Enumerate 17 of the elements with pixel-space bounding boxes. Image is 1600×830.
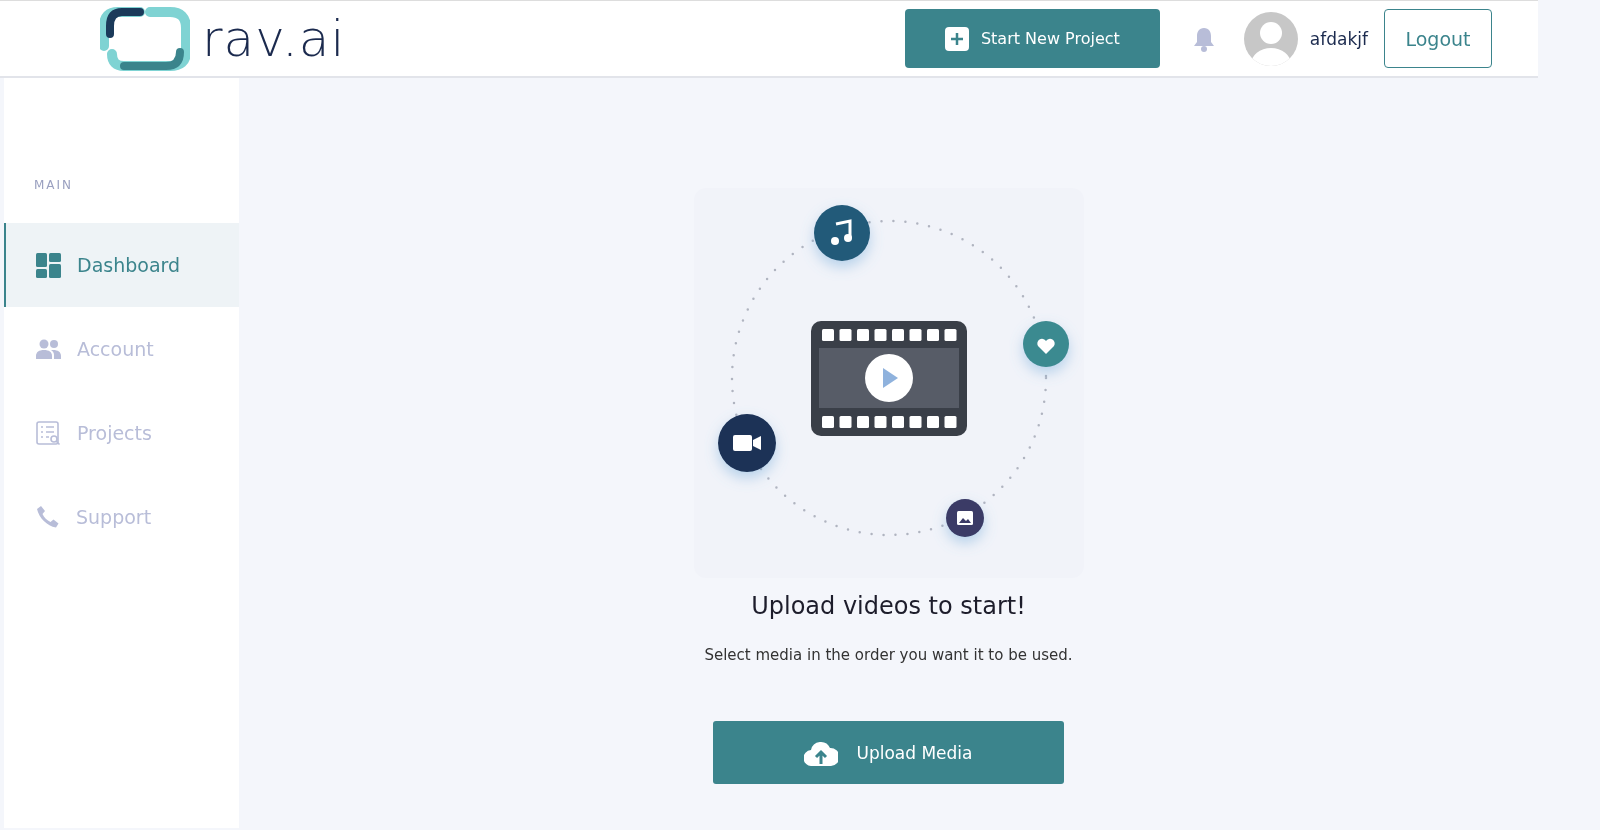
bell-icon[interactable] xyxy=(1191,25,1216,52)
section-label: MAIN xyxy=(34,178,75,192)
phone-icon xyxy=(36,505,60,529)
empty-state-subtitle: Select media in the order you want it to be used. xyxy=(704,646,1073,664)
plus-icon xyxy=(944,26,969,51)
empty-state-title: Upload videos to start! xyxy=(751,592,1026,620)
list-search-icon xyxy=(36,420,61,446)
logo-text: rav.ai xyxy=(202,9,346,68)
logo-mark-icon xyxy=(100,5,190,72)
sidebar-item[interactable]: Dashboard xyxy=(4,223,239,307)
dashboard-grid-icon xyxy=(36,252,61,278)
start-new-project-button[interactable]: Start New Project xyxy=(904,9,1160,68)
username: afdakjf xyxy=(1309,28,1368,49)
logout-button[interactable]: Logout xyxy=(1384,9,1492,68)
upload-media-button[interactable]: Upload Media xyxy=(713,721,1064,784)
people-icon xyxy=(36,339,61,359)
cloud-upload-icon xyxy=(804,739,839,766)
